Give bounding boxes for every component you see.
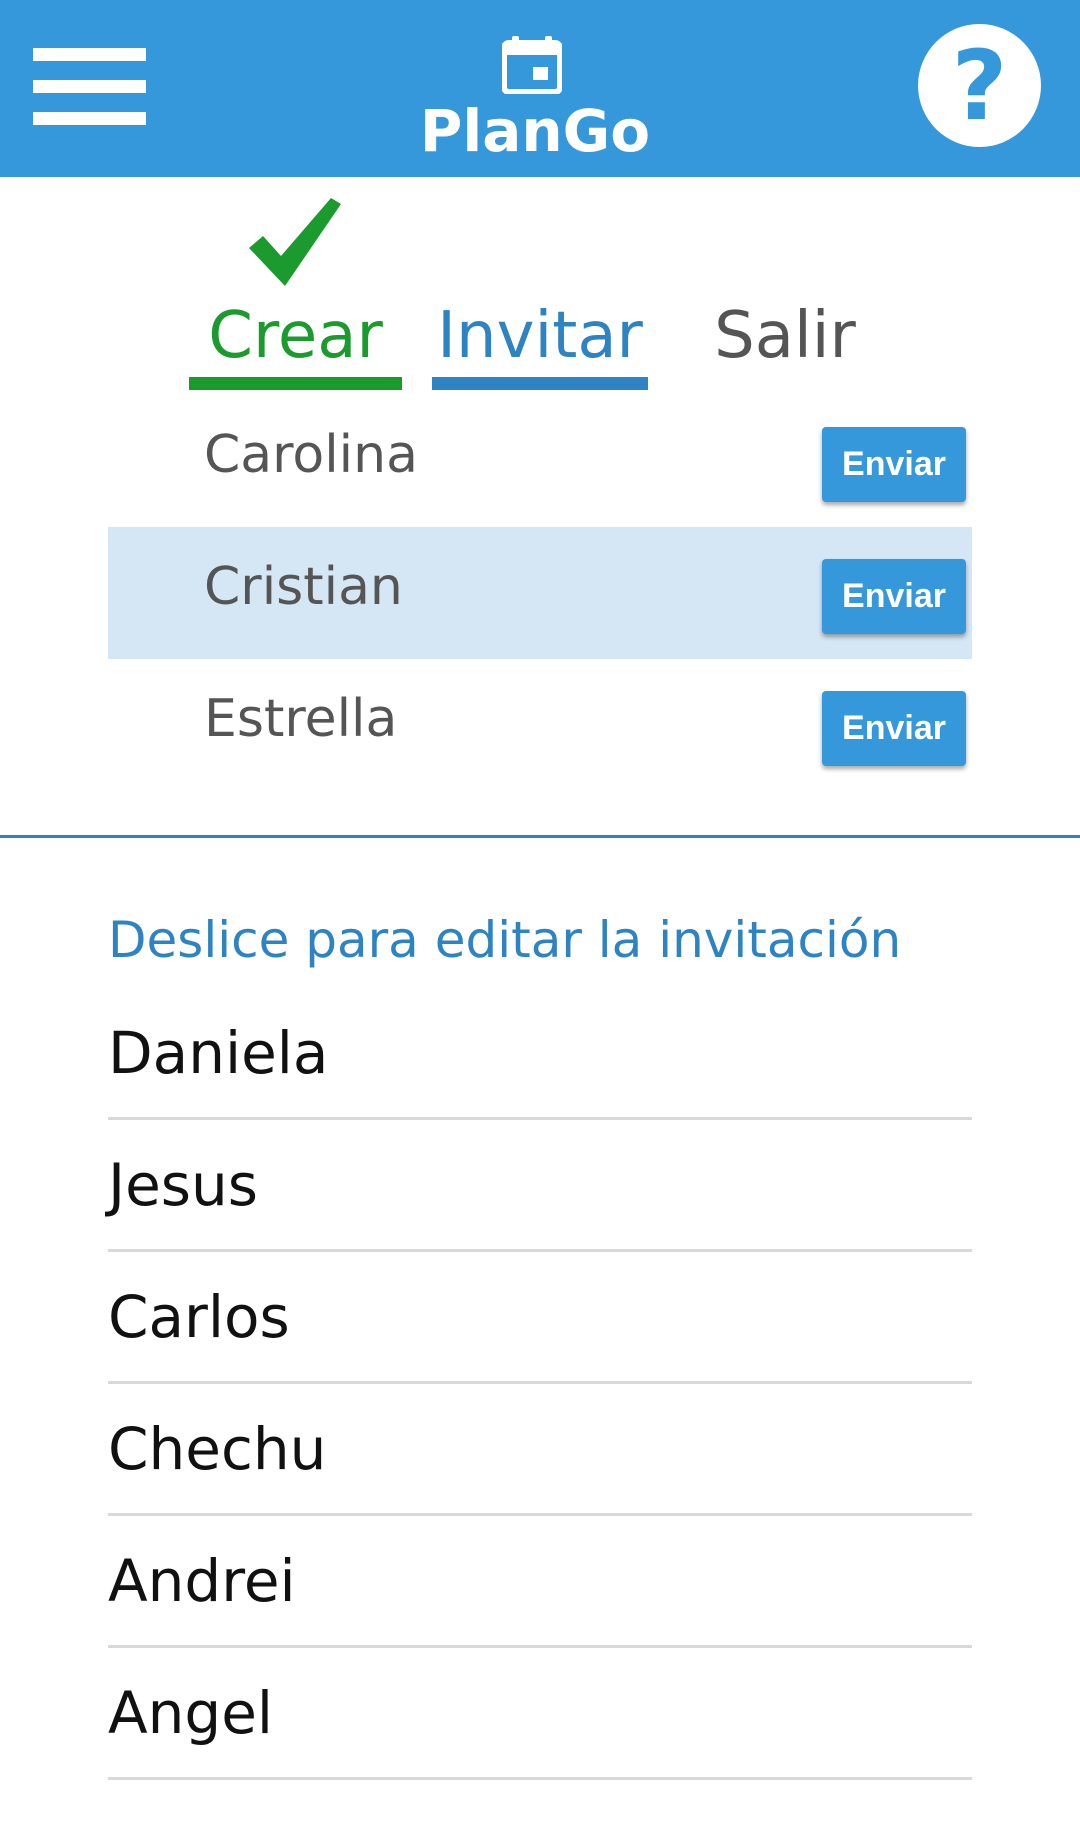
- help-label: ?: [951, 29, 1008, 142]
- contact-item[interactable]: Andrei: [108, 1516, 972, 1648]
- app-root: PlanGo ? Crear Invitar Salir Carolina En…: [0, 0, 1080, 1840]
- contact-item[interactable]: Angel: [108, 1648, 972, 1780]
- send-button[interactable]: Enviar: [822, 427, 966, 502]
- invite-row[interactable]: Cristian Enviar: [108, 527, 972, 659]
- contact-item[interactable]: Daniela: [108, 988, 972, 1120]
- invite-row[interactable]: Carolina Enviar: [108, 395, 972, 527]
- contact-item[interactable]: Chechu: [108, 1384, 972, 1516]
- tab-crear[interactable]: Crear: [189, 296, 402, 390]
- invite-name: Cristian: [204, 557, 403, 617]
- contact-item[interactable]: Jesus: [108, 1120, 972, 1252]
- invite-row[interactable]: Estrella Enviar: [108, 659, 972, 791]
- section-divider: [0, 835, 1080, 838]
- checkmark-icon: [249, 198, 341, 286]
- contact-name: Angel: [108, 1679, 274, 1747]
- app-header: PlanGo ?: [0, 0, 1080, 177]
- contact-name: Chechu: [108, 1415, 327, 1483]
- tab-invitar[interactable]: Invitar: [432, 296, 648, 390]
- app-title: PlanGo: [419, 97, 651, 165]
- contact-name: Daniela: [108, 1019, 329, 1087]
- contacts-list: Daniela Jesus Carlos Chechu Andrei Angel: [108, 988, 972, 1780]
- send-button[interactable]: Enviar: [822, 559, 966, 634]
- swipe-hint: Deslice para editar la invitación: [108, 911, 902, 969]
- hamburger-menu-icon[interactable]: [33, 48, 146, 126]
- calendar-icon: [502, 36, 562, 94]
- tab-salir[interactable]: Salir: [700, 296, 870, 390]
- invite-name: Carolina: [204, 425, 418, 485]
- contact-name: Jesus: [108, 1151, 258, 1219]
- invite-list: Carolina Enviar Cristian Enviar Estrella…: [108, 395, 972, 791]
- contact-name: Carlos: [108, 1283, 290, 1351]
- contact-name: Andrei: [108, 1547, 296, 1615]
- invite-name: Estrella: [204, 689, 398, 749]
- send-button[interactable]: Enviar: [822, 691, 966, 766]
- contact-item[interactable]: Carlos: [108, 1252, 972, 1384]
- help-button[interactable]: ?: [918, 24, 1041, 147]
